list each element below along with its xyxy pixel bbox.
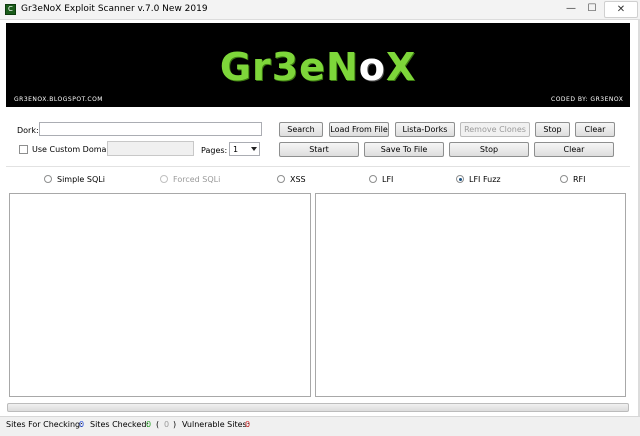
dork-input[interactable] (39, 122, 262, 136)
stop-search-button[interactable]: Stop (535, 122, 570, 137)
custom-domain-input[interactable] (107, 141, 194, 156)
chevron-down-icon (251, 147, 257, 151)
maximize-button[interactable]: ☐ (582, 1, 602, 18)
radio-lfi-label: LFI (382, 175, 394, 184)
app-logo: Gr3eNoX (6, 45, 630, 89)
load-from-file-button[interactable]: Load From File (329, 122, 389, 137)
radio-simple-sqli-label: Simple SQLi (57, 175, 105, 184)
app-icon: C (5, 4, 16, 15)
banner: Gr3eNoX GR3ENOX.BLOGSPOT.COM CODED BY: G… (6, 23, 630, 107)
sites-for-checking-count: 0 (79, 420, 85, 429)
paren-count: 0 (164, 420, 170, 429)
dork-label: Dork: (17, 126, 39, 135)
save-to-file-button[interactable]: Save To File (364, 142, 444, 157)
radio-lfi-fuzz[interactable] (456, 175, 464, 183)
paren-close: ) (173, 420, 177, 429)
start-button[interactable]: Start (279, 142, 359, 157)
radio-rfi[interactable] (560, 175, 568, 183)
separator (6, 166, 630, 167)
custom-domain-label: Use Custom Domain: (32, 145, 117, 154)
radio-lfi-fuzz-label: LFI Fuzz (469, 175, 501, 184)
lista-dorks-button[interactable]: Lista-Dorks (395, 122, 455, 137)
coded-by-label: CODED BY: GR3ENOX (551, 96, 624, 103)
vulnerable-sites-count: 0 (245, 420, 251, 429)
search-button[interactable]: Search (279, 122, 323, 137)
custom-domain-checkbox[interactable] (19, 145, 28, 154)
logo-part-3: X (385, 45, 417, 89)
window-title: Gr3eNoX Exploit Scanner v.7.0 New 2019 (21, 4, 208, 14)
sites-checked-label: Sites Checked: (90, 420, 150, 429)
remove-clones-button[interactable]: Remove Clones (460, 122, 530, 137)
progress-bar (7, 403, 629, 412)
radio-xss[interactable] (277, 175, 285, 183)
stop-scan-button[interactable]: Stop (449, 142, 529, 157)
logo-part-2: o (358, 45, 386, 89)
radio-forced-sqli-label: Forced SQLi (173, 175, 221, 184)
sites-checked-count: 0 (146, 420, 152, 429)
minimize-button[interactable]: — (561, 1, 581, 18)
radio-xss-label: XSS (290, 175, 306, 184)
blog-url: GR3ENOX.BLOGSPOT.COM (14, 96, 103, 103)
clear-results-button[interactable]: Clear (534, 142, 614, 157)
close-button[interactable]: ✕ (604, 1, 638, 18)
pages-value: 1 (233, 145, 239, 154)
radio-lfi[interactable] (369, 175, 377, 183)
clear-dorks-button[interactable]: Clear (575, 122, 615, 137)
logo-part-1: Gr3eN (219, 45, 359, 89)
radio-rfi-label: RFI (573, 175, 586, 184)
sites-for-checking-label: Sites For Checking: (6, 420, 83, 429)
vulnerable-list-panel[interactable] (315, 193, 626, 397)
sites-list-panel[interactable] (9, 193, 311, 397)
vulnerable-sites-label: Vulnerable Sites: (182, 420, 250, 429)
radio-simple-sqli[interactable] (44, 175, 52, 183)
radio-forced-sqli[interactable] (160, 175, 168, 183)
paren-open: ( (156, 420, 160, 429)
pages-select[interactable]: 1 (229, 142, 260, 156)
pages-label: Pages: (201, 146, 228, 155)
